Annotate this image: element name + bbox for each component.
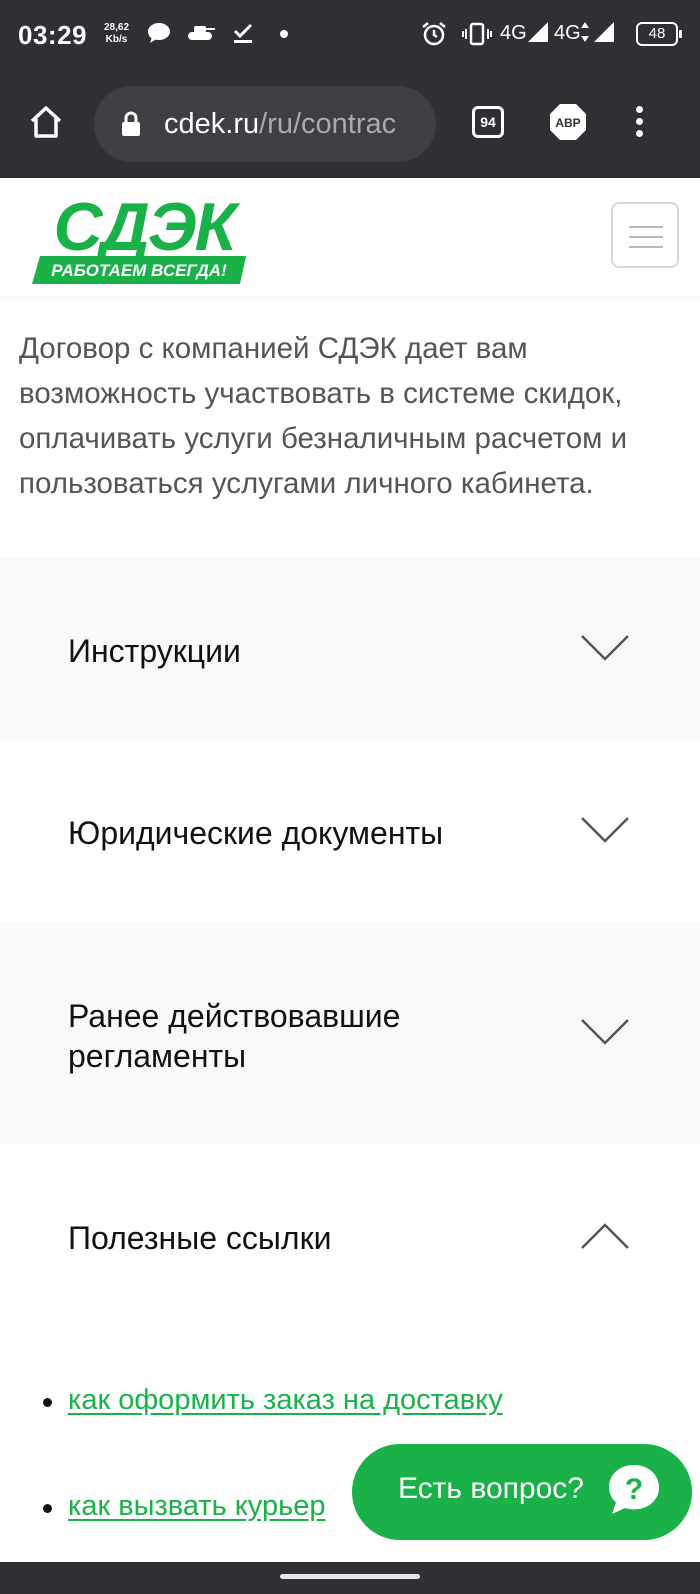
cdek-logo[interactable]: СДЭК РАБОТАЕМ ВСЕГДА! bbox=[32, 192, 256, 286]
accordion-previous-regulations[interactable]: Ранее действовавшие регламенты bbox=[0, 922, 700, 1144]
signal-icon bbox=[528, 22, 548, 42]
adblock-label: ABP bbox=[555, 116, 580, 130]
tab-switcher-button[interactable]: 94 bbox=[472, 106, 504, 138]
accordion-title: Полезные ссылки bbox=[68, 1220, 332, 1256]
accordion-legal-documents[interactable]: Юридические документы bbox=[0, 740, 700, 922]
chevron-down-icon bbox=[581, 635, 629, 661]
battery-indicator: 48 bbox=[636, 22, 682, 46]
hamburger-line bbox=[629, 226, 663, 228]
adblock-icon: ABP bbox=[550, 104, 586, 140]
download-done-icon bbox=[233, 23, 253, 43]
logo-wordmark: СДЭК bbox=[54, 192, 241, 265]
speed-value: 28,62 bbox=[104, 22, 130, 33]
system-nav-bar bbox=[0, 1562, 700, 1594]
network-type-1: 4G bbox=[500, 22, 527, 44]
chevron-down-icon bbox=[581, 817, 629, 843]
lock-icon bbox=[122, 111, 140, 136]
link-how-to-order[interactable]: как оформить заказ на доставку bbox=[68, 1384, 503, 1416]
link-call-courier[interactable]: как вызвать курьер bbox=[68, 1490, 325, 1522]
site-menu-button[interactable] bbox=[611, 202, 679, 268]
browser-menu-button[interactable] bbox=[634, 106, 644, 142]
accordion-title: Юридические документы bbox=[68, 815, 444, 851]
notification-dot-icon bbox=[280, 30, 288, 38]
tank-icon bbox=[188, 26, 215, 40]
network-type-2: 4G bbox=[554, 22, 581, 44]
svg-text:?: ? bbox=[625, 1473, 643, 1506]
hamburger-line bbox=[629, 236, 663, 238]
url-bar[interactable]: cdek.ru/ru/contrac bbox=[94, 86, 436, 162]
accordion-useful-links[interactable]: Полезные ссылки bbox=[0, 1144, 700, 1314]
alarm-icon bbox=[422, 22, 446, 46]
ask-question-label: Есть вопрос? bbox=[398, 1472, 584, 1505]
url-path: /ru/contrac bbox=[259, 108, 397, 140]
url-host: cdek.ru bbox=[164, 108, 260, 140]
accordion-title: Ранее действовавшие регламенты bbox=[68, 998, 401, 1074]
list-item: как вызвать курьер bbox=[43, 1490, 325, 1523]
url-text: cdek.ru/ru/contrac bbox=[164, 108, 426, 141]
chat-bubble-icon bbox=[148, 23, 170, 43]
speed-unit: Kb/s bbox=[105, 34, 128, 45]
menu-dot-icon bbox=[635, 106, 643, 113]
menu-dot-icon bbox=[635, 130, 643, 137]
site-header: СДЭК РАБОТАЕМ ВСЕГДА! bbox=[0, 178, 700, 296]
menu-dot-icon bbox=[635, 118, 643, 125]
status-bar: 03:29 28,62 Kb/s 4G 4G 48 bbox=[0, 0, 700, 70]
accordion-title: Инструкции bbox=[68, 633, 241, 669]
chevron-up-icon bbox=[581, 1223, 629, 1249]
bullet bbox=[43, 1398, 52, 1407]
status-time: 03:29 bbox=[18, 20, 87, 50]
vibrate-icon bbox=[462, 22, 492, 46]
data-arrows-icon bbox=[581, 22, 589, 42]
home-icon[interactable] bbox=[26, 102, 66, 142]
intro-text: Договор с компанией СДЭК дает вам возмож… bbox=[19, 332, 628, 500]
signal-icon-2 bbox=[594, 22, 614, 42]
hamburger-line bbox=[629, 246, 663, 248]
network-speed: 28,62 Kb/s bbox=[104, 22, 129, 46]
logo-tagline: РАБОТАЕМ ВСЕГДА! bbox=[51, 261, 227, 280]
accordion-instructions[interactable]: Инструкции bbox=[0, 558, 700, 740]
list-item: как оформить заказ на доставку bbox=[43, 1384, 503, 1417]
question-icon: ? bbox=[609, 1465, 659, 1514]
bullet bbox=[43, 1504, 52, 1513]
ask-question-button[interactable]: Есть вопрос? ? bbox=[352, 1444, 692, 1540]
browser-toolbar: cdek.ru/ru/contrac 94 ABP bbox=[0, 70, 700, 178]
adblock-button[interactable]: ABP bbox=[548, 102, 588, 142]
chevron-down-icon bbox=[581, 1019, 629, 1045]
home-gesture-handle[interactable] bbox=[280, 1574, 420, 1579]
